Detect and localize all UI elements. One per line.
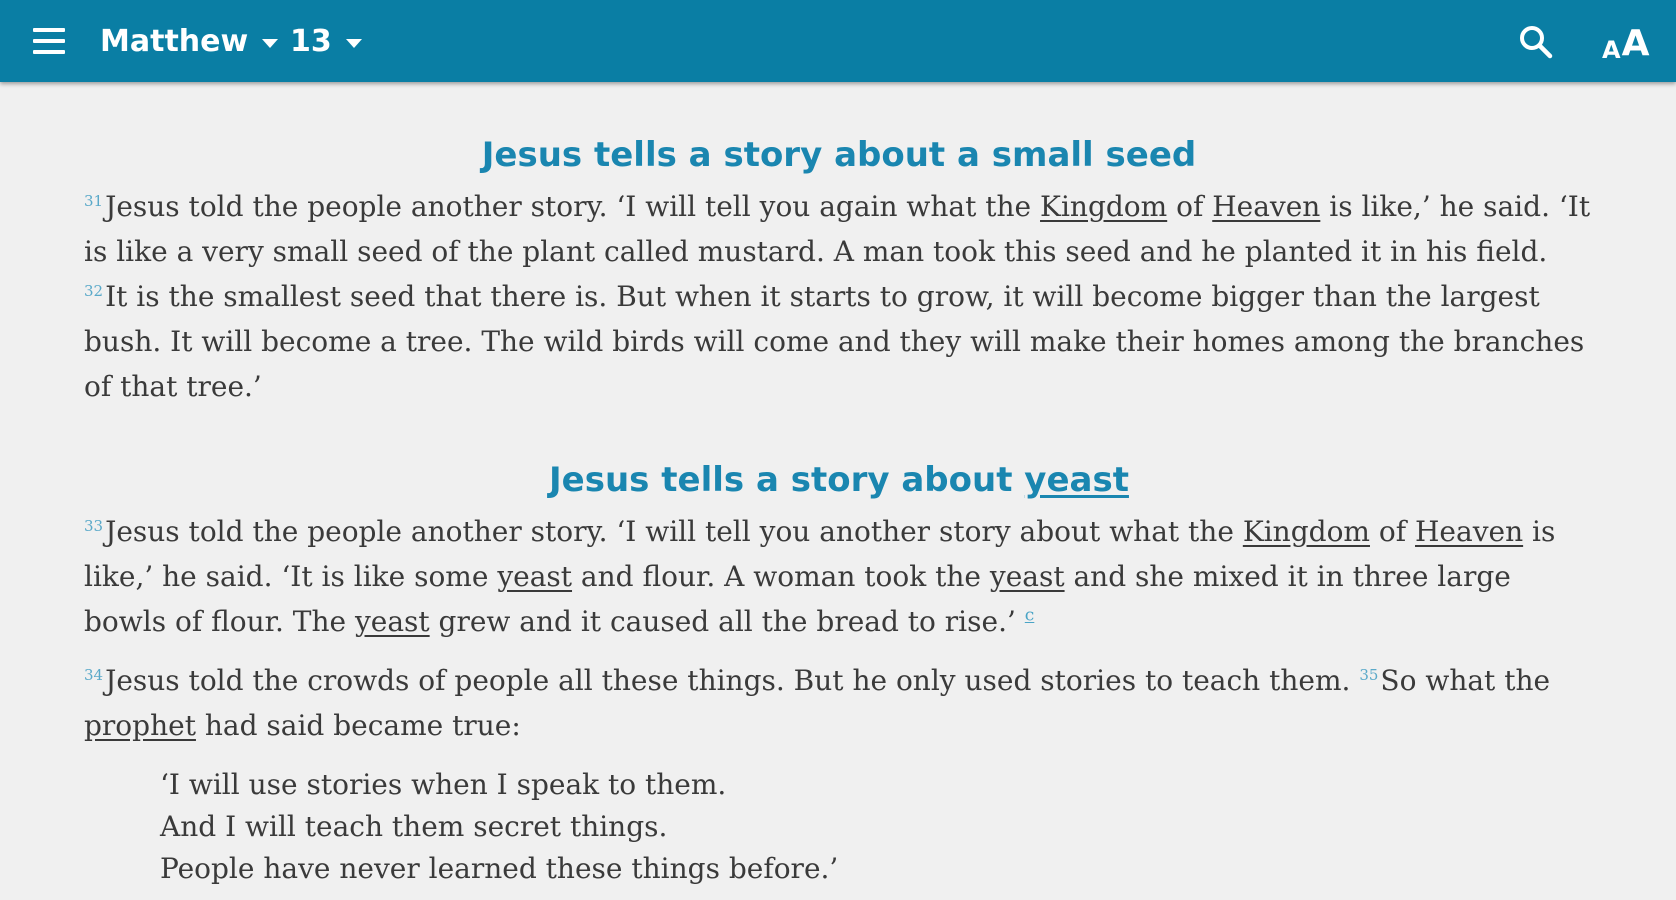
verse-text: grew and it caused all the bread to rise… <box>429 605 1025 638</box>
hamburger-menu-icon[interactable] <box>30 26 68 56</box>
section-heading-text: Jesus tells a story about <box>549 460 1025 500</box>
glossary-link-heaven[interactable]: Heaven <box>1415 515 1523 548</box>
verse-text: and flour. A woman took the <box>572 560 990 593</box>
verse-text: Jesus told the people another story. ‘I … <box>105 190 1041 223</box>
poetry-quote: ‘I will use stories when I speak to them… <box>160 764 1594 890</box>
verse-text: So what the <box>1380 664 1551 697</box>
glossary-link-heaven[interactable]: Heaven <box>1212 190 1320 223</box>
glossary-link-yeast[interactable]: yeast <box>1024 460 1129 500</box>
glossary-link-kingdom[interactable]: Kingdom <box>1040 190 1167 223</box>
chevron-down-icon <box>262 38 279 48</box>
poetry-line: ‘I will use stories when I speak to them… <box>160 768 727 801</box>
book-selector[interactable]: Matthew <box>100 20 279 62</box>
verse-text: Jesus told the crowds of people all thes… <box>105 664 1360 697</box>
verse-text: Jesus told the people another story. ‘I … <box>105 515 1243 548</box>
search-icon[interactable] <box>1518 24 1554 60</box>
glossary-link-yeast[interactable]: yeast <box>497 560 572 593</box>
footnote-link[interactable]: c <box>1025 606 1035 626</box>
app-toolbar: Matthew 13 A A <box>0 0 1676 82</box>
paragraph-verse-33: 33Jesus told the people another story. ‘… <box>84 509 1594 644</box>
glossary-link-prophet[interactable]: prophet <box>84 709 196 742</box>
chapter-selector[interactable]: 13 <box>290 20 362 62</box>
verse-number[interactable]: 31 <box>84 192 103 210</box>
chapter-number: 13 <box>290 23 332 59</box>
section-heading: Jesus tells a story about a small seed <box>84 132 1594 178</box>
font-big-letter: A <box>1621 23 1650 64</box>
verse-text: had said became true: <box>195 709 521 742</box>
poetry-line: People have never learned these things b… <box>160 852 839 885</box>
verse-text: It is the smallest seed that there is. B… <box>84 280 1585 403</box>
book-name: Matthew <box>100 23 249 59</box>
verse-number[interactable]: 32 <box>84 282 103 300</box>
section-heading: Jesus tells a story about yeast <box>84 457 1594 503</box>
poetry-line: And I will teach them secret things. <box>160 810 668 843</box>
chevron-down-icon <box>345 38 362 48</box>
section-heading-text: Jesus tells a story about a small seed <box>481 135 1197 175</box>
verse-number[interactable]: 34 <box>84 666 103 684</box>
verse-text: of <box>1369 515 1416 548</box>
verse-number[interactable]: 35 <box>1359 666 1378 684</box>
glossary-link-yeast[interactable]: yeast <box>355 605 430 638</box>
paragraph-verses-34-35: 34Jesus told the crowds of people all th… <box>84 658 1594 748</box>
verse-number[interactable]: 33 <box>84 517 103 535</box>
font-size-icon[interactable]: A A <box>1602 18 1650 64</box>
glossary-link-yeast[interactable]: yeast <box>990 560 1065 593</box>
chapter-content: Jesus tells a story about a small seed 3… <box>84 82 1594 890</box>
paragraph-verses-31-32: 31Jesus told the people another story. ‘… <box>84 184 1594 409</box>
font-small-letter: A <box>1602 36 1621 64</box>
glossary-link-kingdom[interactable]: Kingdom <box>1243 515 1370 548</box>
verse-text: of <box>1167 190 1213 223</box>
